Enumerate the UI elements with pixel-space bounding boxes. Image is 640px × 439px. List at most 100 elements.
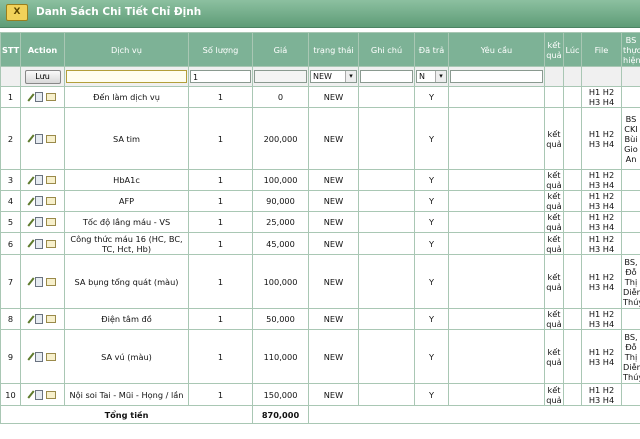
- document-icon[interactable]: [34, 389, 43, 400]
- row-request: [448, 232, 545, 255]
- table-row[interactable]: 10 Nội soi Tai - Mũi - Họng / lần 1 150,000…: [0, 383, 640, 406]
- row-result[interactable]: kết quả: [544, 211, 564, 233]
- pencil-icon[interactable]: [26, 92, 35, 102]
- row-service: Đến làm dịch vụ: [64, 86, 189, 108]
- service-input[interactable]: [66, 70, 187, 83]
- row-result[interactable]: kết quả: [544, 308, 564, 330]
- save-button[interactable]: Lưu: [24, 69, 61, 84]
- header-row: STT Action Dịch vụ Số lượng Giá trạng th…: [0, 32, 640, 67]
- note-icon[interactable]: [45, 390, 56, 399]
- row-result[interactable]: kết quả: [544, 169, 564, 191]
- row-price: 100,000: [252, 169, 309, 191]
- pencil-icon[interactable]: [26, 277, 35, 286]
- row-file: H1 H2 H3 H4: [581, 86, 622, 108]
- close-button[interactable]: X: [6, 4, 28, 21]
- table-row[interactable]: 3 HbA1c 1 100,000 NEW Ykết quả H1 H2 H3 H4: [0, 169, 640, 191]
- document-icon[interactable]: [34, 133, 43, 144]
- row-actions: [20, 190, 65, 212]
- document-icon[interactable]: [34, 175, 43, 185]
- pencil-icon[interactable]: [26, 175, 35, 185]
- row-service: Nội soi Tai - Mũi - Họng / lần: [64, 383, 189, 406]
- row-price: 100,000: [252, 254, 309, 309]
- row-request: [448, 86, 545, 108]
- row-request: [448, 211, 545, 233]
- row-result[interactable]: kết quả: [544, 232, 564, 255]
- row-action-icons: [22, 133, 63, 144]
- document-icon[interactable]: [34, 314, 43, 324]
- table-row[interactable]: 2 SA tim 1 200,000 NEW Ykết quả H1 H2 H3 H4 BS …: [0, 107, 640, 170]
- row-doctor: [621, 383, 640, 406]
- filter-result-cell: [544, 66, 564, 87]
- pencil-icon[interactable]: [26, 352, 35, 361]
- row-note: [358, 107, 415, 170]
- document-icon[interactable]: [34, 238, 43, 249]
- note-icon[interactable]: [45, 218, 56, 226]
- row-actions: [20, 308, 65, 330]
- row-paid: Y: [414, 383, 449, 406]
- document-icon[interactable]: [34, 92, 43, 102]
- chevron-down-icon: ▾: [435, 71, 446, 82]
- row-file: H1 H2 H3 H4: [581, 254, 622, 309]
- row-note: [358, 308, 415, 330]
- table-row[interactable]: 9 SA vú (màu) 1 110,000 NEW Ykết quả H1 H2 H3 …: [0, 329, 640, 384]
- row-paid: Y: [414, 308, 449, 330]
- table-row[interactable]: 7 SA bụng tổng quát (màu) 1 100,000 NEW Ykết …: [0, 254, 640, 309]
- row-actions: [20, 383, 65, 406]
- table-row[interactable]: 1 Đến làm dịch vụ 1 0 NEW Y H1 H2 H3 H4: [0, 86, 640, 108]
- row-file: H1 H2 H3 H4: [581, 308, 622, 330]
- row-request: [448, 329, 545, 384]
- document-icon[interactable]: [34, 351, 43, 362]
- row-qty: 1: [188, 329, 253, 384]
- pencil-icon[interactable]: [26, 217, 35, 227]
- note-icon[interactable]: [45, 352, 56, 361]
- document-icon[interactable]: [34, 276, 43, 287]
- table-row[interactable]: 8 Điện tâm đồ 1 50,000 NEW Ykết quả H1 H2 H3 H…: [0, 308, 640, 330]
- row-qty: 1: [188, 190, 253, 212]
- window-titlebar: X Danh Sách Chi Tiết Chỉ Định: [0, 0, 640, 28]
- paid-select[interactable]: N ▾: [416, 70, 447, 83]
- row-note: [358, 254, 415, 309]
- row-result: [544, 86, 564, 108]
- row-doctor: [621, 232, 640, 255]
- row-result[interactable]: kết quả: [544, 329, 564, 384]
- table-row[interactable]: 6 Công thức máu 16 (HC, BC, TC, Hct, Hb) 1…: [0, 232, 640, 255]
- note-icon[interactable]: [45, 277, 56, 286]
- row-result[interactable]: kết quả: [544, 383, 564, 406]
- note-input[interactable]: [360, 70, 413, 83]
- note-icon[interactable]: [45, 93, 56, 101]
- document-icon[interactable]: [34, 217, 43, 227]
- row-result[interactable]: kết quả: [544, 190, 564, 212]
- row-service: AFP: [64, 190, 189, 212]
- row-request: [448, 169, 545, 191]
- col-request: Yêu cầu: [448, 32, 545, 67]
- pencil-icon[interactable]: [26, 134, 35, 143]
- note-icon[interactable]: [45, 197, 56, 205]
- note-icon[interactable]: [45, 176, 56, 184]
- request-input[interactable]: [450, 70, 543, 83]
- note-icon[interactable]: [45, 134, 56, 143]
- table-row[interactable]: 4 AFP 1 90,000 NEW Ykết quả H1 H2 H3 H4: [0, 190, 640, 212]
- row-actions: [20, 86, 65, 108]
- pencil-icon[interactable]: [26, 314, 35, 324]
- quantity-input[interactable]: 1: [190, 70, 251, 83]
- pencil-icon[interactable]: [26, 390, 35, 399]
- row-qty: 1: [188, 86, 253, 108]
- price-input[interactable]: [254, 70, 307, 83]
- row-doctor: [621, 308, 640, 330]
- status-select-value: NEW: [313, 71, 332, 81]
- row-result[interactable]: kết quả: [544, 254, 564, 309]
- total-row: Tổng tiền 870,000: [0, 405, 640, 424]
- table-row[interactable]: 5 Tốc độ lắng máu - VS 1 25,000 NEW Ykết quả H…: [0, 211, 640, 233]
- note-icon[interactable]: [45, 239, 56, 248]
- row-qty: 1: [188, 383, 253, 406]
- row-result[interactable]: kết quả: [544, 107, 564, 170]
- document-icon[interactable]: [34, 196, 43, 206]
- filter-time-cell: [563, 66, 582, 87]
- pencil-icon[interactable]: [26, 196, 35, 206]
- row-price: 0: [252, 86, 309, 108]
- row-status: NEW: [308, 211, 359, 233]
- note-icon[interactable]: [45, 315, 56, 323]
- status-select[interactable]: NEW ▾: [310, 70, 357, 83]
- row-service: SA bụng tổng quát (màu): [64, 254, 189, 309]
- pencil-icon[interactable]: [26, 239, 35, 248]
